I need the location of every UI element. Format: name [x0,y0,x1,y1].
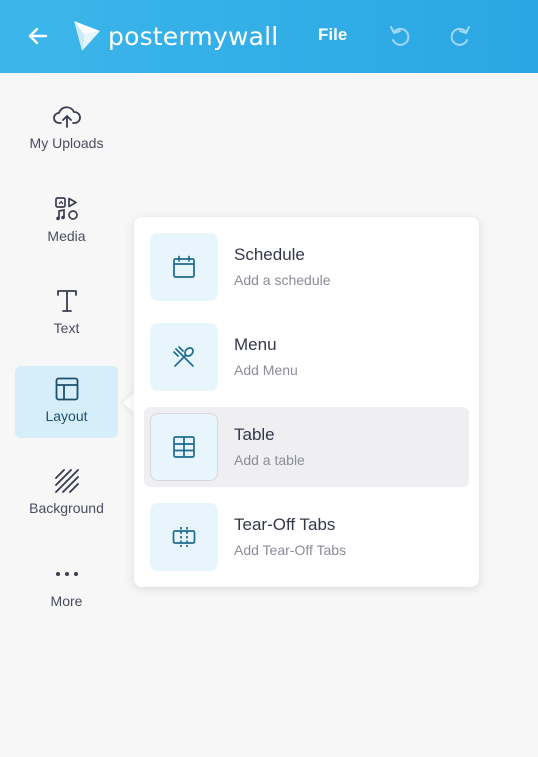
option-title: Schedule [234,245,305,264]
sidebar-item-label: Text [53,320,80,336]
option-subtitle: Add a schedule [234,272,331,288]
sidebar-item-label: Layout [45,408,88,424]
sidebar-item-label: Media [47,228,86,244]
sidebar-item-label: More [50,593,83,609]
undo-button[interactable] [387,23,413,49]
option-subtitle: Add a table [234,452,305,468]
redo-button[interactable] [447,23,473,49]
redo-icon [450,26,470,46]
option-icon-tile [150,413,218,481]
media-icon [54,197,78,221]
layout-option-schedule[interactable]: Schedule Add a schedule [144,227,469,307]
more-dots-icon [55,572,78,576]
sidebar-item-more[interactable]: More [15,551,118,623]
text-icon [56,290,77,312]
option-icon-tile [150,323,218,391]
table-grid-icon [173,436,195,458]
cloud-upload-icon [52,106,81,128]
option-subtitle: Add Tear-Off Tabs [234,542,347,558]
brand-logo[interactable]: postermywall [72,18,278,54]
layout-option-tear-off-tabs[interactable]: Tear-Off Tabs Add Tear-Off Tabs [144,497,469,577]
fork-spoon-icon [173,346,194,367]
calendar-icon [173,255,195,278]
arrow-left-icon [28,27,48,45]
option-title: Table [234,425,275,444]
back-button[interactable] [24,22,52,50]
background-pattern-icon [54,469,79,493]
option-subtitle: Add Menu [234,362,298,378]
layout-option-menu[interactable]: Menu Add Menu [144,317,469,397]
sidebar-item-media[interactable]: Media [15,186,118,258]
paper-plane-logo-icon [74,21,100,51]
sidebar-item-text[interactable]: Text [15,278,118,350]
sidebar-item-my-uploads[interactable]: My Uploads [15,93,118,165]
layout-option-table[interactable]: Table Add a table [144,407,469,487]
layout-options-popup: Schedule Add a schedule Menu Add Menu Ta… [134,217,479,587]
sidebar-item-background[interactable]: Background [15,458,118,530]
left-sidebar: My Uploads Media Text Layout Background … [0,73,132,757]
option-title: Tear-Off Tabs [234,515,336,534]
option-icon-tile [150,503,218,571]
top-bar: postermywall File [0,0,538,73]
option-icon-tile [150,233,218,301]
file-menu-button[interactable]: File [318,25,347,45]
sidebar-item-label: My Uploads [29,135,104,151]
tear-off-tabs-icon [172,527,196,547]
option-title: Menu [234,335,277,354]
brand-name: postermywall [108,21,279,51]
sidebar-item-layout[interactable]: Layout [15,366,118,438]
sidebar-item-label: Background [29,500,104,516]
layout-icon [55,377,78,401]
undo-icon [390,26,410,46]
